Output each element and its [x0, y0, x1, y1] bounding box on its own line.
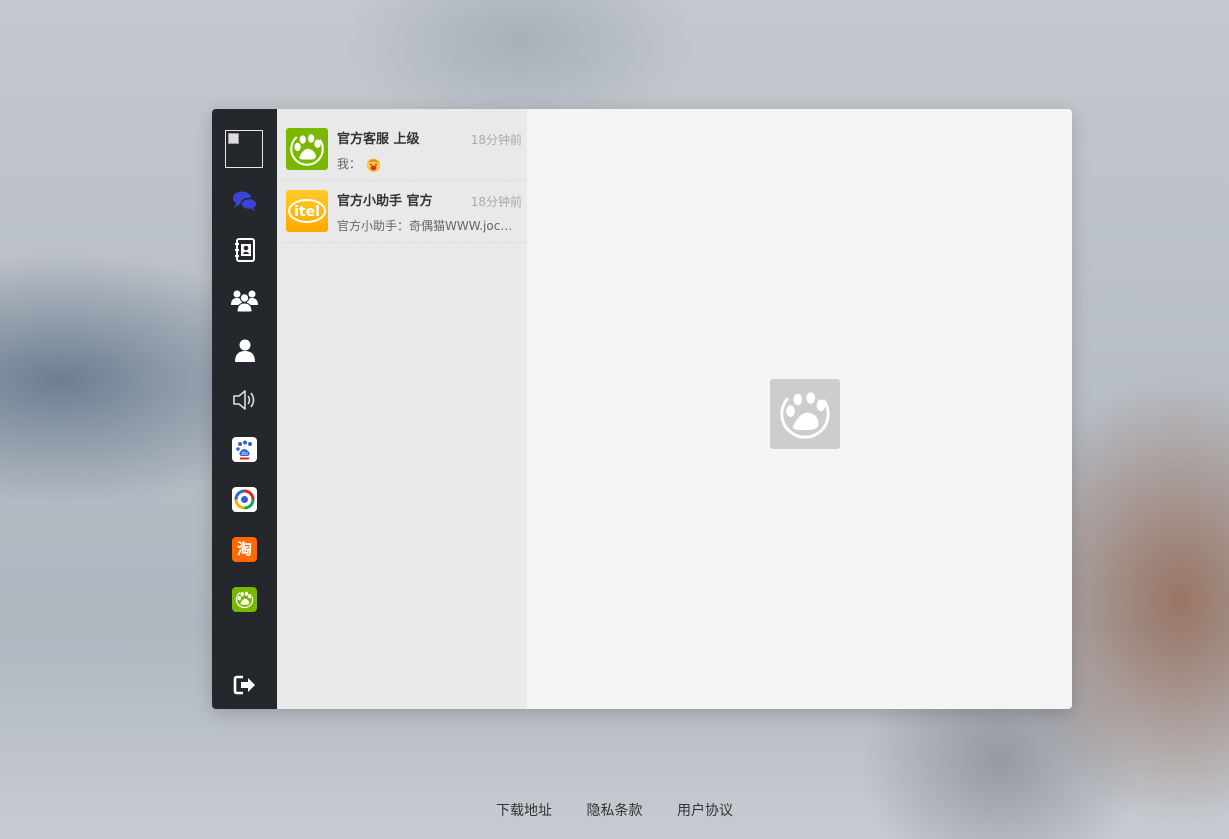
conversation-item[interactable]: 官方客服 上级 18分钟前 我： [277, 119, 527, 181]
news-app-icon [232, 487, 257, 512]
baidu-app-icon: du [232, 437, 257, 462]
svg-text:du: du [242, 451, 248, 457]
nav-news-app[interactable] [231, 486, 258, 513]
svg-text:itel: itel [294, 204, 320, 220]
nav-sound-button[interactable] [231, 386, 258, 413]
nav-taobao-app[interactable]: 淘 [231, 536, 258, 563]
paw-app-icon [232, 587, 257, 612]
group-icon [231, 290, 258, 312]
nav-profile-button[interactable] [231, 336, 258, 363]
conversation-preview: 我： [337, 155, 513, 173]
logout-button[interactable] [231, 671, 258, 698]
paw-placeholder-icon [770, 379, 840, 449]
taobao-app-icon: 淘 [232, 537, 257, 562]
nav-paw-app[interactable] [231, 586, 258, 613]
user-agreement-link[interactable]: 用户协议 [677, 803, 733, 819]
conversation-time: 18分钟前 [470, 133, 522, 147]
paw-avatar [286, 128, 328, 170]
nav-groups-button[interactable] [231, 286, 258, 313]
download-link[interactable]: 下载地址 [496, 803, 552, 819]
conversation-time: 18分钟前 [470, 195, 522, 209]
preview-sender: 我： [337, 157, 362, 171]
chat-window: du 淘 官方客服 上级 18分钟前 我： itel 官方小助手 官方 18分钟… [212, 109, 1072, 709]
emoji-icon [366, 158, 381, 173]
conversation-preview: 官方小助手：奇偶猫WWW.jocat.cn [337, 219, 513, 233]
sidebar: du 淘 [212, 109, 277, 709]
conversation-list: 官方客服 上级 18分钟前 我： itel 官方小助手 官方 18分钟前 官方小… [277, 109, 527, 709]
itel-avatar: itel [286, 190, 328, 232]
privacy-link[interactable]: 隐私条款 [587, 803, 643, 819]
nav-baidu-app[interactable]: du [231, 436, 258, 463]
nav-chat-button[interactable] [231, 187, 258, 214]
conversation-name: 官方小助手 官方 [337, 194, 433, 209]
footer: 下载地址 隐私条款 用户协议 [0, 800, 1229, 820]
nav-contacts-button[interactable] [231, 236, 258, 263]
user-icon [234, 339, 255, 362]
conversation-name: 官方客服 上级 [337, 132, 420, 147]
logout-icon [233, 675, 255, 694]
user-avatar[interactable] [225, 130, 263, 168]
speaker-icon [232, 389, 254, 410]
chat-bubbles-icon [232, 191, 258, 211]
conversation-item[interactable]: itel 官方小助手 官方 18分钟前 官方小助手：奇偶猫WWW.jocat.c… [277, 181, 527, 243]
contacts-book-icon [234, 237, 255, 262]
chat-main-panel [527, 109, 1072, 709]
